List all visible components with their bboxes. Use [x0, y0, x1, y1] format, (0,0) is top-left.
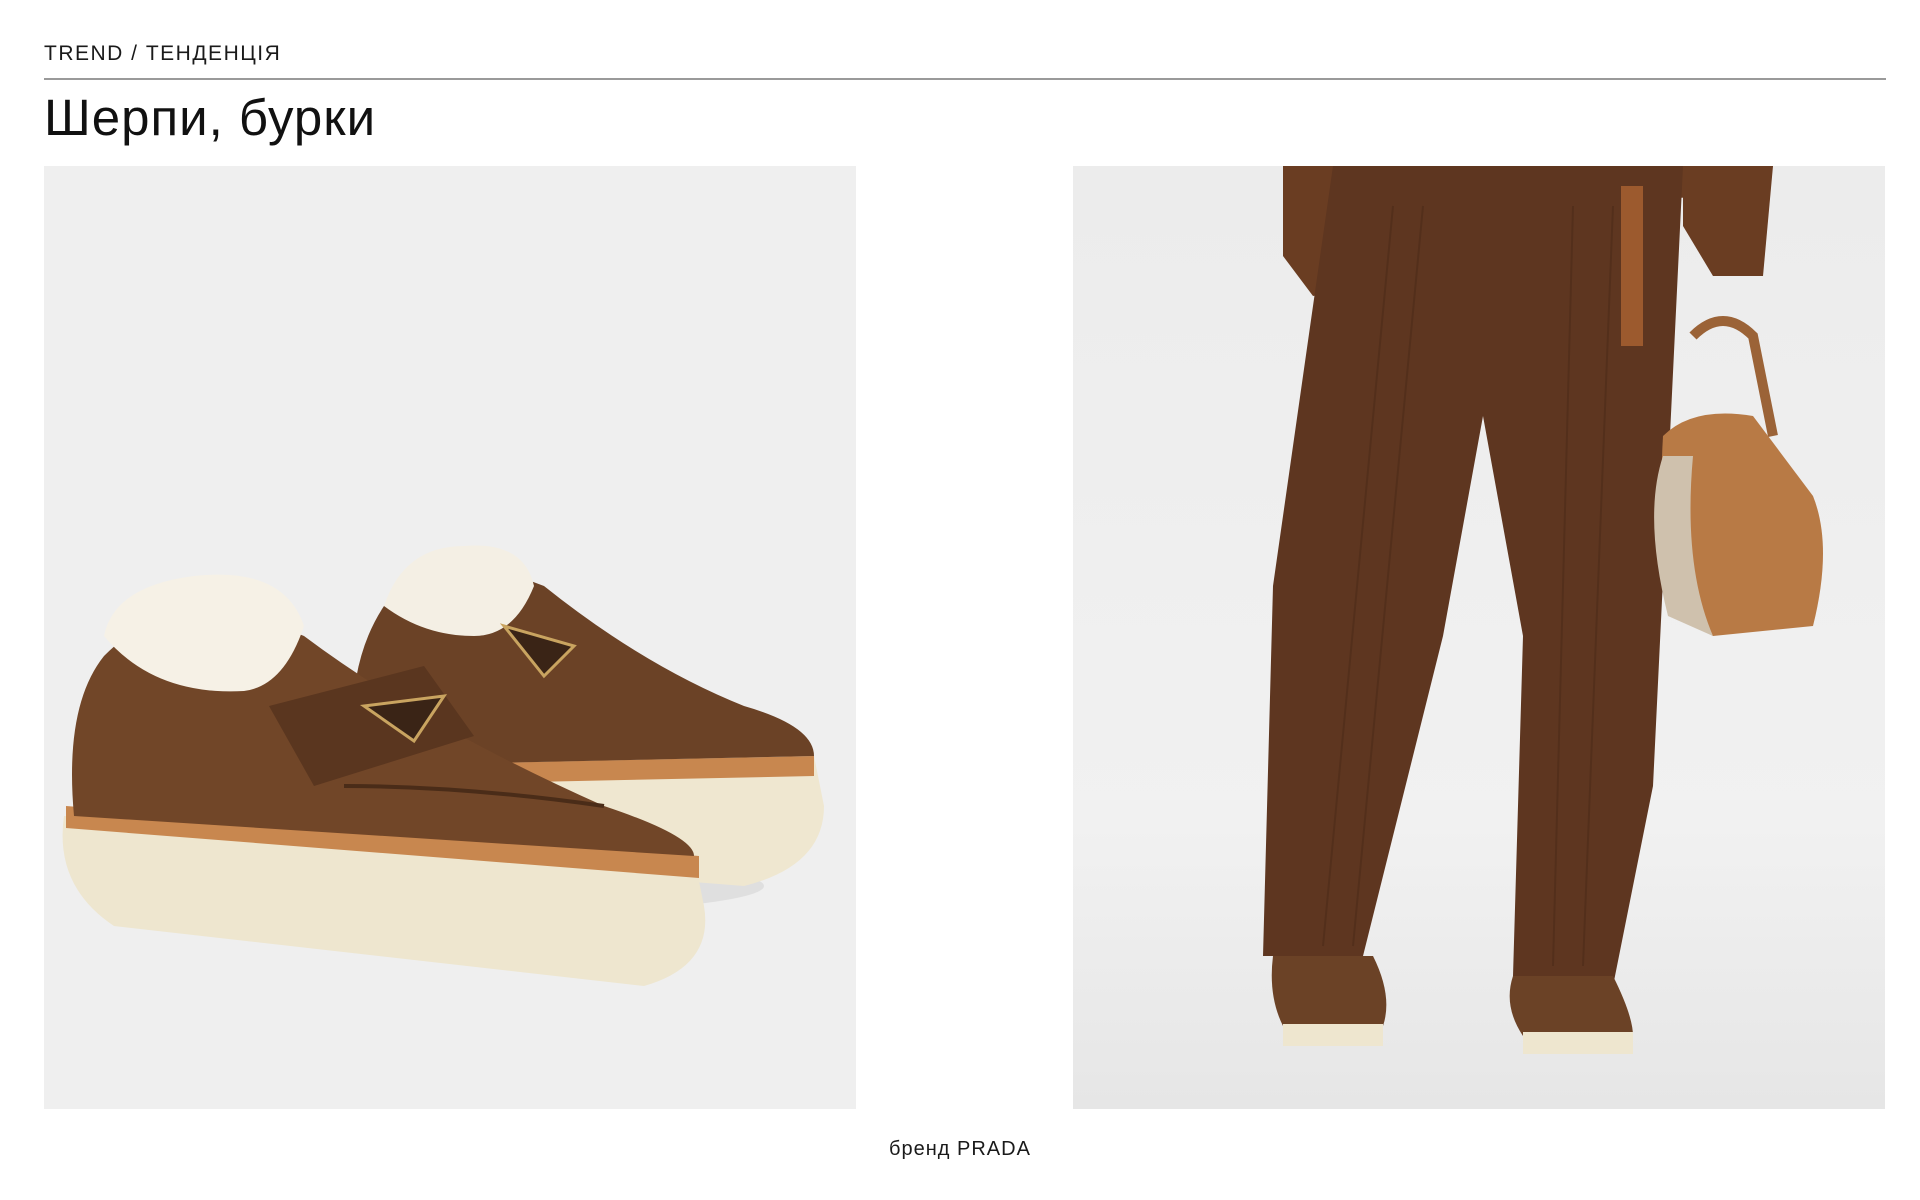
brand-caption: бренд PRADA [889, 1138, 1031, 1160]
lifestyle-image-model [1073, 166, 1885, 1109]
trend-label: TREND / ТЕНДЕНЦІЯ [44, 42, 282, 65]
product-image-shoes [44, 166, 856, 1109]
header-divider [44, 78, 1886, 80]
page-title: Шерпи, бурки [44, 89, 377, 146]
